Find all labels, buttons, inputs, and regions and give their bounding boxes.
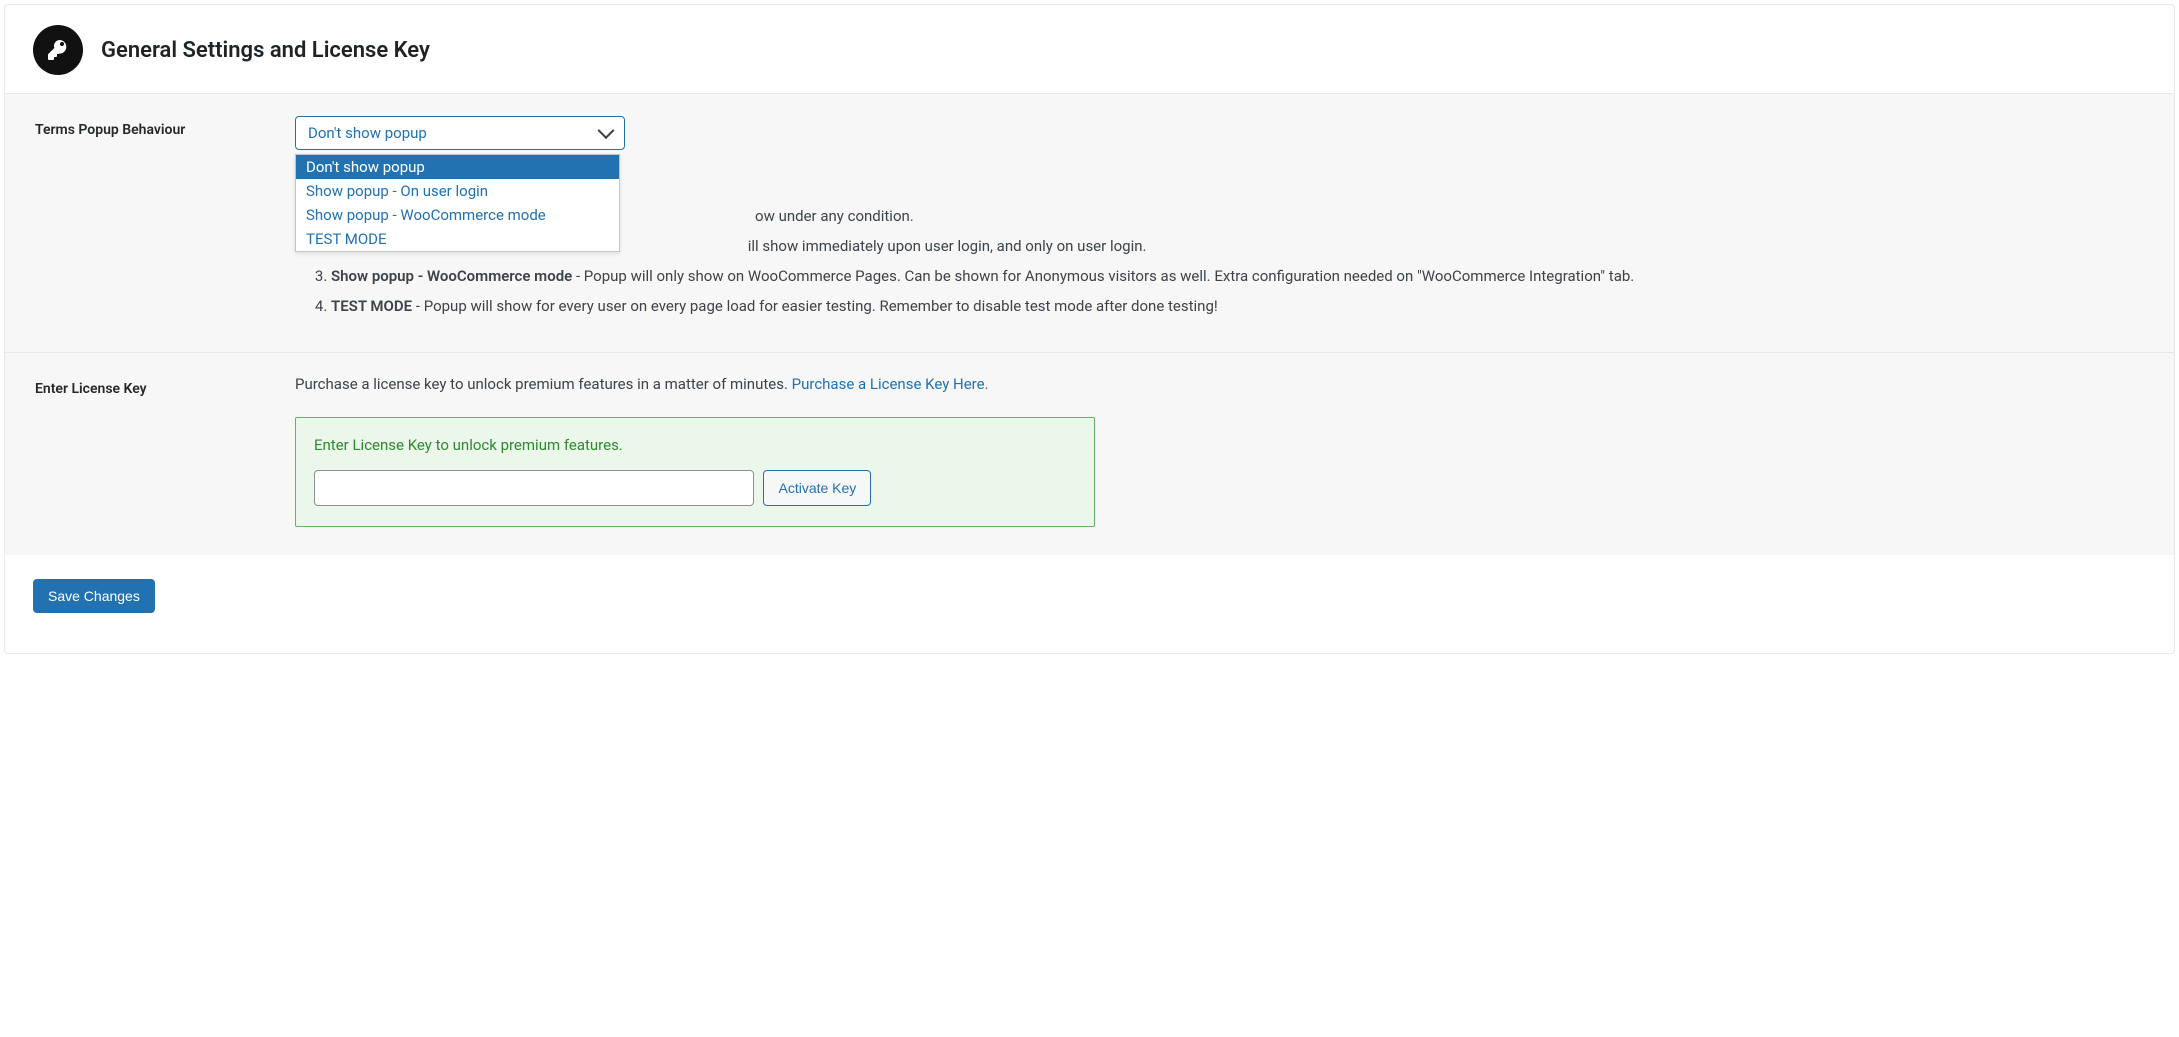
save-changes-button[interactable]: Save Changes bbox=[33, 579, 155, 613]
desc-item-4-strong: TEST MODE bbox=[331, 297, 412, 315]
purchase-license-link[interactable]: Purchase a License Key Here. bbox=[792, 375, 989, 393]
license-label: Enter License Key bbox=[5, 353, 285, 556]
key-icon bbox=[33, 25, 83, 75]
dropdown-option-dont-show[interactable]: Don't show popup bbox=[296, 155, 619, 179]
desc-item-3-text: - Popup will only show on WooCommerce Pa… bbox=[572, 267, 1634, 285]
panel-header: General Settings and License Key bbox=[5, 5, 2174, 93]
terms-popup-label: Terms Popup Behaviour bbox=[5, 94, 285, 353]
activate-key-button[interactable]: Activate Key bbox=[763, 470, 871, 506]
desc-item-2-text: ill show immediately upon user login, an… bbox=[748, 237, 1147, 255]
desc-item-3-strong: Show popup - WooCommerce mode bbox=[331, 267, 572, 285]
desc-item-3: Show popup - WooCommerce mode - Popup wi… bbox=[331, 264, 2144, 288]
license-box-text: Enter License Key to unlock premium feat… bbox=[314, 436, 1076, 454]
row-license-key: Enter License Key Purchase a license key… bbox=[5, 353, 2174, 556]
desc-item-1-text: ow under any condition. bbox=[755, 207, 914, 225]
row-terms-popup: Terms Popup Behaviour Don't show popup D… bbox=[5, 94, 2174, 353]
page-title: General Settings and License Key bbox=[101, 38, 430, 63]
settings-table: Terms Popup Behaviour Don't show popup D… bbox=[5, 93, 2174, 555]
license-key-input[interactable] bbox=[314, 470, 754, 506]
settings-panel: General Settings and License Key Terms P… bbox=[4, 4, 2175, 654]
license-intro-text: Purchase a license key to unlock premium… bbox=[295, 375, 792, 393]
license-box: Enter License Key to unlock premium feat… bbox=[295, 417, 1095, 527]
desc-item-4: TEST MODE - Popup will show for every us… bbox=[331, 294, 2144, 318]
license-intro: Purchase a license key to unlock premium… bbox=[295, 375, 2144, 393]
terms-popup-select[interactable]: Don't show popup bbox=[295, 116, 625, 150]
desc-item-4-text: - Popup will show for every user on ever… bbox=[412, 297, 1218, 315]
dropdown-option-test-mode[interactable]: TEST MODE bbox=[296, 227, 619, 251]
dropdown-option-on-login[interactable]: Show popup - On user login bbox=[296, 179, 619, 203]
submit-row: Save Changes bbox=[5, 555, 2174, 653]
terms-popup-dropdown: Don't show popup Show popup - On user lo… bbox=[295, 154, 620, 252]
terms-popup-select-wrap: Don't show popup Don't show popup Show p… bbox=[295, 116, 625, 150]
dropdown-option-woocommerce[interactable]: Show popup - WooCommerce mode bbox=[296, 203, 619, 227]
